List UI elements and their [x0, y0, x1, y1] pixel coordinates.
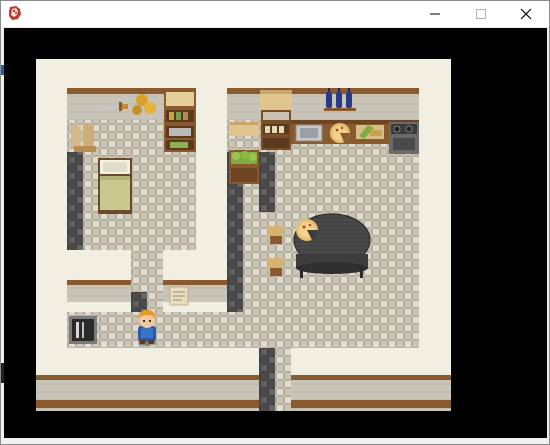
window[interactable] [69, 316, 97, 344]
game-map[interactable] [4, 28, 547, 438]
maximize-icon [476, 9, 486, 19]
game-window [0, 0, 550, 445]
bookshelf[interactable] [164, 90, 196, 152]
sink[interactable] [295, 124, 323, 142]
stool[interactable] [268, 226, 284, 244]
game-viewport[interactable] [4, 28, 547, 438]
vegetable-basket[interactable] [356, 125, 384, 139]
close-button[interactable] [503, 1, 549, 27]
bookshelf[interactable] [261, 110, 291, 150]
hero-character[interactable] [138, 309, 156, 346]
stove[interactable] [389, 122, 419, 154]
app-icon [9, 6, 21, 20]
notice-paper[interactable] [169, 286, 189, 306]
minimize-button[interactable] [412, 1, 458, 27]
stool[interactable] [268, 258, 284, 276]
maximize-button[interactable] [458, 1, 504, 27]
title-bar[interactable] [1, 1, 549, 28]
bottom-wall [36, 375, 451, 411]
window-bottom-frame [1, 438, 549, 444]
pizza[interactable] [330, 123, 350, 143]
close-icon [520, 8, 532, 20]
vegetable-basket[interactable] [229, 150, 259, 184]
bed[interactable] [98, 158, 132, 214]
minimize-icon [430, 13, 440, 15]
pizza[interactable] [296, 219, 319, 241]
